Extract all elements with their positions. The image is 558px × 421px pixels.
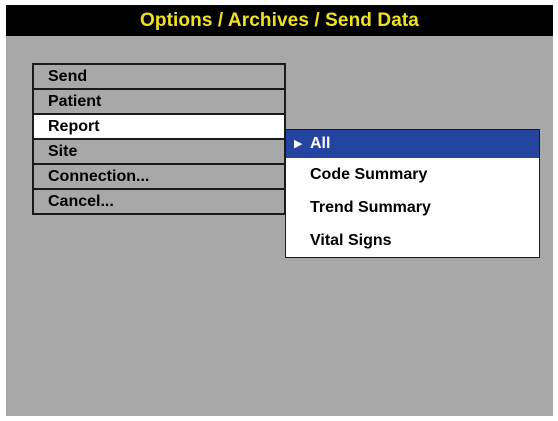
submenu-item-trend-summary[interactable]: Trend Summary [286, 191, 539, 224]
menu-item-cancel[interactable]: Cancel... [32, 188, 286, 215]
submenu-item-label: All [310, 135, 331, 152]
menu-item-patient[interactable]: Patient [32, 88, 286, 115]
device-screen: Options / Archives / Send Data Send Pati… [6, 5, 553, 416]
title-bar: Options / Archives / Send Data [6, 5, 553, 36]
triangle-right-icon: ▶ [294, 138, 303, 150]
submenu-item-label: Vital Signs [310, 232, 392, 249]
menu-item-report[interactable]: Report [32, 113, 286, 140]
send-data-menu: Send Patient Report Site Connection... C… [32, 63, 286, 215]
submenu-item-label: Code Summary [310, 166, 428, 183]
submenu-item-code-summary[interactable]: Code Summary [286, 158, 539, 191]
submenu-item-all[interactable]: ▶ All [286, 130, 539, 158]
submenu-item-vital-signs[interactable]: Vital Signs [286, 224, 539, 257]
submenu-item-label: Trend Summary [310, 199, 431, 216]
menu-item-site[interactable]: Site [32, 138, 286, 165]
menu-item-connection[interactable]: Connection... [32, 163, 286, 190]
report-submenu: ▶ All Code Summary Trend Summary Vital S… [285, 129, 540, 258]
menu-item-send[interactable]: Send [32, 63, 286, 90]
